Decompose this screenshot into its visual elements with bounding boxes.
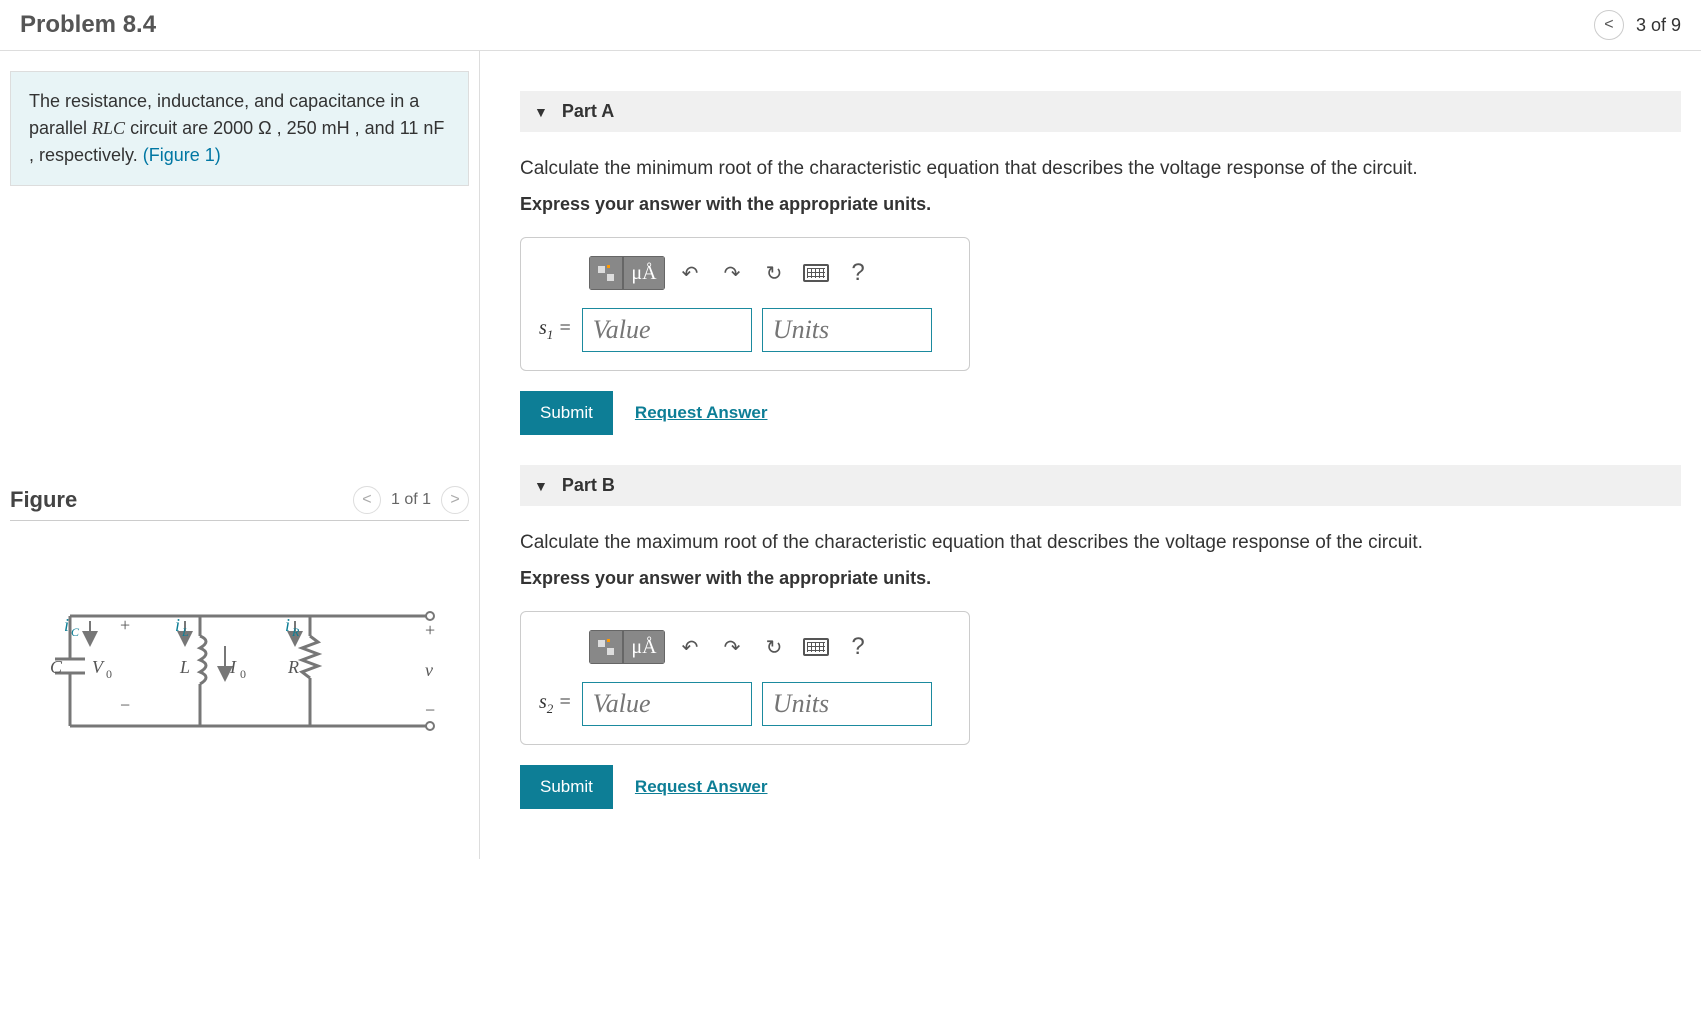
svg-text:C: C <box>71 625 80 639</box>
v-label: v <box>425 660 433 680</box>
submit-button[interactable]: Submit <box>520 765 613 809</box>
answer-input-row: s2 = <box>539 682 951 726</box>
reset-icon[interactable]: ↻ <box>757 630 791 664</box>
template-icon[interactable] <box>589 630 623 664</box>
answer-toolbar: μÅ ↶ ↷ ↻ ? <box>589 630 951 664</box>
page-nav: < 3 of 9 <box>1594 10 1681 40</box>
figure-next-button[interactable]: > <box>441 486 469 514</box>
format-buttons: μÅ <box>589 630 665 664</box>
units-input[interactable] <box>762 308 932 352</box>
page-indicator: 3 of 9 <box>1636 15 1681 36</box>
problem-text: circuit are 2000 <box>125 118 258 138</box>
figure-link[interactable]: (Figure 1) <box>143 145 221 165</box>
part-b-prompt: Calculate the maximum root of the charac… <box>520 532 1681 554</box>
page-header: Problem 8.4 < 3 of 9 <box>0 0 1701 51</box>
figure-prev-button[interactable]: < <box>353 486 381 514</box>
collapse-icon: ▼ <box>534 104 548 120</box>
reset-icon[interactable]: ↻ <box>757 256 791 290</box>
action-row: Submit Request Answer <box>520 391 1681 435</box>
request-answer-link[interactable]: Request Answer <box>635 777 768 797</box>
value-input[interactable] <box>582 308 752 352</box>
problem-statement: The resistance, inductance, and capacita… <box>10 71 469 186</box>
collapse-icon: ▼ <box>534 478 548 494</box>
svg-text:+: + <box>120 615 130 635</box>
part-a-prompt: Calculate the minimum root of the charac… <box>520 158 1681 180</box>
r-label: R <box>287 657 299 677</box>
svg-text:R: R <box>291 625 300 639</box>
figure-section: Figure < 1 of 1 > <box>10 486 469 756</box>
svg-text:L: L <box>181 625 189 639</box>
problem-text: , 250 <box>272 118 322 138</box>
part-a-answer-box: μÅ ↶ ↷ ↻ ? s1 = <box>520 237 970 371</box>
part-b-answer-box: μÅ ↶ ↷ ↻ ? s2 = <box>520 611 970 745</box>
figure-nav: < 1 of 1 > <box>353 486 469 514</box>
i0-label: I <box>229 657 237 677</box>
circuit-diagram: i C i L i R + − C V 0 L I 0 R + v <box>30 581 449 756</box>
template-icon[interactable] <box>589 256 623 290</box>
problem-title: Problem 8.4 <box>20 11 156 39</box>
format-buttons: μÅ <box>589 256 665 290</box>
v0-label: V <box>92 657 105 677</box>
svg-text:−: − <box>120 695 130 715</box>
prev-page-button[interactable]: < <box>1594 10 1624 40</box>
keyboard-icon[interactable] <box>799 256 833 290</box>
il-label: i <box>175 615 180 635</box>
ohm-symbol: Ω <box>258 118 271 138</box>
keyboard-icon[interactable] <box>799 630 833 664</box>
rlc-symbol: RLC <box>92 118 125 138</box>
answer-input-row: s1 = <box>539 308 951 352</box>
part-b-header[interactable]: ▼ Part B <box>520 465 1681 506</box>
request-answer-link[interactable]: Request Answer <box>635 403 768 423</box>
help-icon[interactable]: ? <box>841 256 875 290</box>
problem-text: , and 11 <box>350 118 424 138</box>
nf-symbol: nF <box>423 118 444 138</box>
part-a-label: Part A <box>562 101 614 122</box>
problem-text: , respectively. <box>29 145 143 165</box>
help-icon[interactable]: ? <box>841 630 875 664</box>
part-a-instruction: Express your answer with the appropriate… <box>520 194 1681 215</box>
part-b-instruction: Express your answer with the appropriate… <box>520 568 1681 589</box>
figure-title: Figure <box>10 487 77 513</box>
l-label: L <box>179 657 190 677</box>
value-input[interactable] <box>582 682 752 726</box>
part-b-section: ▼ Part B Calculate the maximum root of t… <box>520 465 1681 809</box>
units-input[interactable] <box>762 682 932 726</box>
ic-label: i <box>64 615 69 635</box>
svg-text:0: 0 <box>106 667 112 681</box>
c-label: C <box>50 657 63 677</box>
part-a-section: ▼ Part A Calculate the minimum root of t… <box>520 91 1681 435</box>
answer-toolbar: μÅ ↶ ↷ ↻ ? <box>589 256 951 290</box>
variable-label: s2 = <box>539 691 572 717</box>
right-column: ▼ Part A Calculate the minimum root of t… <box>480 51 1701 859</box>
redo-icon[interactable]: ↷ <box>715 256 749 290</box>
part-a-header[interactable]: ▼ Part A <box>520 91 1681 132</box>
svg-text:0: 0 <box>240 667 246 681</box>
ir-label: i <box>285 615 290 635</box>
mh-symbol: mH <box>322 118 350 138</box>
submit-button[interactable]: Submit <box>520 391 613 435</box>
units-format-button[interactable]: μÅ <box>623 630 665 664</box>
undo-icon[interactable]: ↶ <box>673 256 707 290</box>
variable-label: s1 = <box>539 317 572 343</box>
svg-text:−: − <box>425 700 435 720</box>
redo-icon[interactable]: ↷ <box>715 630 749 664</box>
svg-text:+: + <box>425 620 435 640</box>
part-b-label: Part B <box>562 475 615 496</box>
left-column: The resistance, inductance, and capacita… <box>0 51 480 859</box>
action-row: Submit Request Answer <box>520 765 1681 809</box>
units-format-button[interactable]: μÅ <box>623 256 665 290</box>
undo-icon[interactable]: ↶ <box>673 630 707 664</box>
figure-counter: 1 of 1 <box>391 491 431 509</box>
